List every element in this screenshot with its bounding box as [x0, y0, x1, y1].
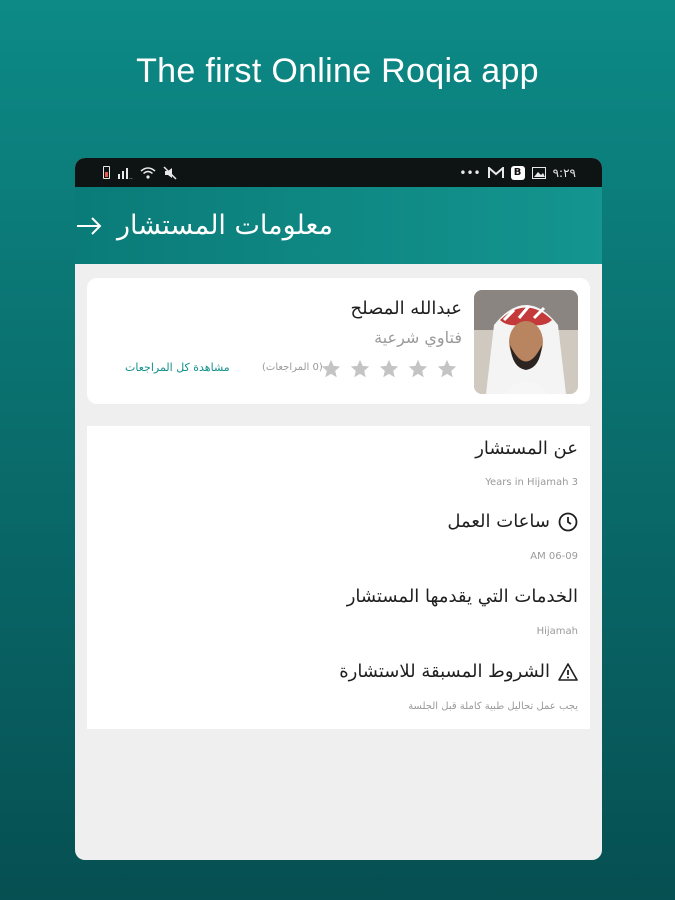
about-title: عن المستشار — [475, 438, 578, 459]
review-count: (0 المراجعات) — [262, 362, 323, 373]
status-bar-right: ••• B ٩:٢٩ — [459, 165, 576, 180]
consultant-details-card: عن المستشار Years in Hijamah 3 ساعات الع… — [87, 426, 590, 729]
prerequisites-title: الشروط المسبقة للاستشارة — [339, 661, 550, 682]
services-title: الخدمات التي يقدمها المستشار — [346, 586, 578, 607]
prerequisites-value: يجب عمل تحاليل طبية كاملة قبل الجلسة — [408, 701, 578, 712]
hours-heading: ساعات العمل — [447, 511, 578, 532]
gmail-icon — [487, 166, 504, 178]
b-app-icon: B — [510, 165, 525, 180]
signal-icon: .. — [118, 167, 133, 179]
consultant-name: عبدالله المصلح — [350, 298, 462, 319]
avatar-photo — [474, 290, 578, 394]
consultant-specialty: فتاوي شرعية — [374, 328, 462, 347]
view-all-reviews-link[interactable]: مشاهدة كل المراجعات — [125, 361, 230, 374]
hours-value: AM 06-09 — [530, 551, 578, 562]
page-title: معلومات المستشار — [117, 210, 333, 241]
rating-stars — [320, 358, 458, 380]
star-icon — [379, 359, 399, 378]
services-value: Hijamah — [536, 626, 578, 637]
status-bar-left: .. — [103, 165, 177, 180]
warning-icon — [558, 662, 578, 681]
consultant-avatar — [474, 290, 578, 394]
status-time: ٩:٢٩ — [552, 165, 576, 180]
about-heading: عن المستشار — [475, 438, 578, 459]
phone-frame: .. ••• B ٩:٢٩ معلومات المستشار عبدالله ا… — [75, 158, 602, 860]
star-icon — [408, 359, 428, 378]
about-value: Years in Hijamah 3 — [485, 477, 578, 488]
more-dots-icon: ••• — [459, 165, 481, 180]
wifi-icon — [140, 166, 156, 179]
star-icon — [437, 359, 457, 378]
clock-icon — [558, 512, 578, 531]
star-icon — [350, 359, 370, 378]
gallery-icon — [531, 166, 546, 179]
back-arrow-icon[interactable] — [75, 216, 103, 236]
status-bar: .. ••• B ٩:٢٩ — [75, 158, 602, 187]
hours-title: ساعات العمل — [447, 511, 550, 532]
prerequisites-heading: الشروط المسبقة للاستشارة — [339, 661, 578, 682]
star-icon — [321, 359, 341, 378]
mute-icon — [163, 165, 177, 180]
promo-title: The first Online Roqia app — [136, 52, 539, 90]
app-bar: معلومات المستشار — [75, 187, 602, 264]
battery-icon — [103, 166, 110, 179]
svg-text:..: .. — [129, 174, 133, 179]
services-heading: الخدمات التي يقدمها المستشار — [347, 586, 578, 607]
consultant-profile-card: عبدالله المصلح فتاوي شرعية (0 المراجعات)… — [87, 278, 590, 404]
